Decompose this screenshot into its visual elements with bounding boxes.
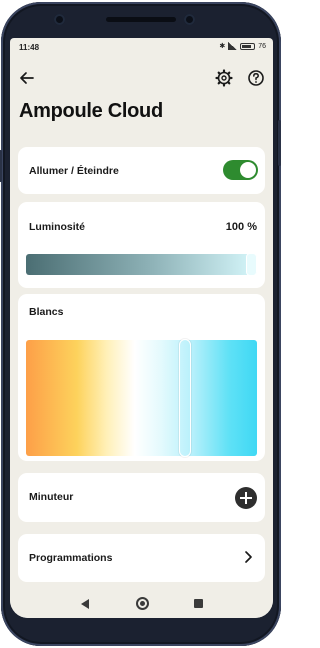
battery-icon: [240, 42, 256, 50]
chevron-right-icon: [245, 551, 252, 563]
whites-card: Blancs: [18, 294, 265, 461]
bluetooth-icon: ✱: [219, 43, 226, 50]
power-card: Allumer / Éteindre: [18, 147, 265, 194]
schedules-card[interactable]: Programmations: [18, 534, 265, 582]
schedules-label: Programmations: [29, 552, 113, 564]
whites-label: Blancs: [29, 306, 64, 318]
nav-home-icon[interactable]: [136, 597, 149, 610]
toggle-knob: [240, 162, 256, 178]
status-bar: 11:48 ✱ 76: [10, 38, 273, 58]
phone-frame: 11:48 ✱ 76 Ampoule Cloud Allumer / Étein…: [0, 2, 281, 646]
brightness-value: 100 %: [225, 221, 257, 233]
app-screen: 11:48 ✱ 76 Ampoule Cloud Allumer / Étein…: [10, 38, 273, 618]
nav-recents-icon[interactable]: [194, 599, 203, 608]
brightness-slider-thumb[interactable]: [246, 253, 257, 276]
power-side-button: [278, 120, 281, 166]
power-label: Allumer / Éteindre: [29, 165, 119, 177]
status-time: 11:48: [19, 43, 40, 52]
add-timer-plus-icon[interactable]: [235, 487, 257, 509]
settings-gear-icon[interactable]: [214, 68, 234, 88]
signal-icon: [228, 42, 238, 50]
power-toggle[interactable]: [223, 160, 258, 180]
front-camera-icon: [54, 14, 65, 25]
white-temperature-thumb[interactable]: [179, 339, 192, 457]
timer-label: Minuteur: [29, 491, 74, 503]
help-icon[interactable]: [246, 68, 266, 88]
nav-back-icon[interactable]: [81, 599, 89, 609]
brightness-slider[interactable]: [26, 254, 257, 275]
sensor-icon: [184, 14, 195, 25]
battery-level: 76: [258, 42, 266, 50]
status-icons: ✱ 76: [219, 42, 266, 50]
back-arrow-icon[interactable]: [17, 68, 37, 88]
brightness-card: Luminosité 100 %: [18, 202, 265, 288]
speaker-grille: [106, 17, 176, 22]
brightness-label: Luminosité: [29, 221, 86, 233]
page-title: Ampoule Cloud: [19, 100, 163, 122]
timer-card[interactable]: Minuteur: [18, 473, 265, 522]
system-nav-bar: [10, 590, 273, 618]
white-temperature-slider[interactable]: [26, 340, 257, 456]
top-app-bar: [10, 66, 273, 94]
volume-button: [0, 150, 2, 182]
